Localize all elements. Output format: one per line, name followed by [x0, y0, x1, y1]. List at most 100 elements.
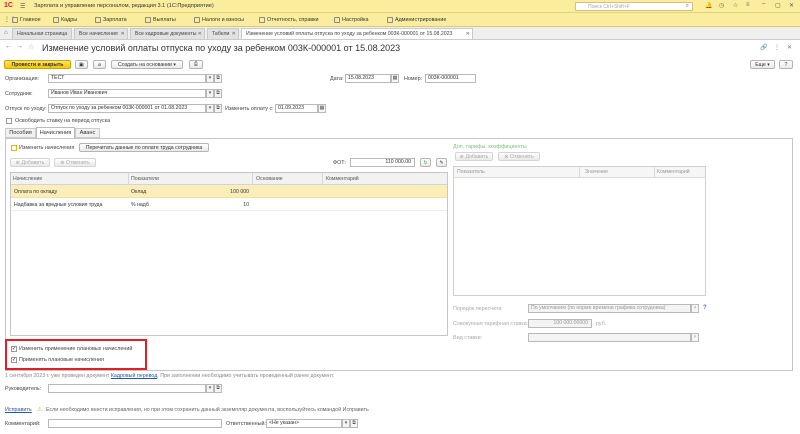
- close-tab-icon[interactable]: ✕: [232, 29, 236, 39]
- menu-item-reports[interactable]: Отчетность, справки: [259, 15, 319, 25]
- home-tab-icon[interactable]: ⌂: [4, 30, 8, 36]
- app-title: Зарплата и управление персоналом, редакц…: [34, 3, 214, 9]
- employee-open-button[interactable]: ⧉: [214, 89, 222, 98]
- recalc-order-field[interactable]: По умолчанию (по норме времени графика с…: [528, 304, 691, 313]
- change-from-field[interactable]: 01.09.2023: [275, 104, 318, 113]
- help-button[interactable]: ?: [779, 60, 793, 69]
- recalc-order-label: Порядок пересчета:: [453, 306, 503, 312]
- tab-all-accruals[interactable]: Все начисления ✕: [74, 28, 128, 39]
- add-tariff-button[interactable]: ⊕ Добавить: [455, 152, 493, 161]
- maximize-icon[interactable]: ▢: [775, 2, 781, 9]
- menu-item-admin[interactable]: Администрирование: [387, 15, 446, 25]
- leave-open-button[interactable]: ⧉: [214, 104, 222, 113]
- minimize-icon[interactable]: –: [762, 1, 765, 7]
- hamburger-icon[interactable]: ☰: [20, 3, 25, 10]
- cancel-accrual-button[interactable]: ⊗ Отменить: [54, 158, 96, 167]
- indicator-name: % надб: [131, 202, 149, 208]
- menu-item-salary[interactable]: Зарплата: [95, 15, 127, 25]
- refresh-fot-button[interactable]: ↻: [420, 158, 431, 167]
- reread-pay-data-button[interactable]: Перечитать данные по оплате труда сотруд…: [79, 143, 209, 152]
- page-title: Изменение условий оплаты отпуска по уход…: [42, 43, 401, 53]
- org-select-button[interactable]: ▾: [206, 74, 214, 83]
- attach-button[interactable]: ⌀: [93, 60, 106, 69]
- back-icon[interactable]: ←: [5, 43, 12, 50]
- tab-current-document[interactable]: Изменение условий оплаты отпуска по уход…: [241, 28, 473, 39]
- comment-field[interactable]: [48, 419, 222, 428]
- tab-timesheets[interactable]: Табели ✕: [207, 28, 239, 39]
- add-accrual-button[interactable]: ⊕ Добавить: [10, 158, 50, 167]
- rate-type-select-button[interactable]: ▾: [691, 333, 699, 342]
- date-field[interactable]: 15.08.2023: [345, 74, 391, 83]
- manager-field[interactable]: [48, 384, 206, 393]
- save-button[interactable]: ▣: [75, 60, 88, 69]
- menu-item-settings[interactable]: Настройка: [334, 15, 369, 25]
- bookmark-icon[interactable]: ☆: [28, 43, 34, 51]
- tab-all-hr-docs[interactable]: Все кадровые документы ✕: [130, 28, 205, 39]
- close-tab-icon[interactable]: ✕: [121, 29, 125, 39]
- release-rate-checkbox[interactable]: [6, 118, 12, 124]
- apply-planned-accruals-checkbox[interactable]: ✓: [11, 357, 17, 363]
- close-tab-icon[interactable]: ✕: [466, 29, 470, 39]
- total-rate-field[interactable]: 100 000.00000: [528, 319, 592, 328]
- forward-icon[interactable]: →: [16, 43, 23, 50]
- tab-start-page[interactable]: Начальная страница: [12, 28, 72, 39]
- star-icon[interactable]: ☆: [733, 2, 738, 9]
- post-and-close-button[interactable]: Провести и закрыть: [4, 60, 71, 69]
- search-icon: ⌕: [685, 3, 689, 9]
- recalc-order-select-button[interactable]: ▾: [691, 304, 699, 313]
- home-icon: [12, 17, 18, 23]
- employee-field[interactable]: Иванов Иван Иванович: [48, 89, 206, 98]
- menu-item-hr[interactable]: Кадры: [53, 15, 77, 25]
- more-vert-icon[interactable]: ⋮: [774, 44, 780, 51]
- edit-fot-button[interactable]: ✎: [436, 158, 447, 167]
- menu-item-main[interactable]: Главное: [12, 15, 41, 25]
- number-field[interactable]: 003К-000001: [425, 74, 476, 83]
- fix-note: Если необходимо внести исправления, но п…: [46, 407, 369, 413]
- responsible-select-button[interactable]: ▾: [342, 419, 350, 428]
- org-field[interactable]: ТЕСТ: [48, 74, 206, 83]
- change-accruals-checkbox[interactable]: [11, 145, 17, 151]
- indicator-name: Оклад: [131, 189, 147, 195]
- menu-item-taxes[interactable]: Налоги и взносы: [194, 15, 244, 25]
- col-comment: Комментарий: [326, 176, 359, 182]
- percent-icon: [194, 17, 200, 23]
- help-icon[interactable]: ?: [703, 305, 707, 311]
- change-planned-accruals-checkbox[interactable]: ✓: [11, 346, 17, 352]
- bell-icon[interactable]: 🔔: [705, 2, 712, 9]
- employee-select-button[interactable]: ▾: [206, 89, 214, 98]
- create-basis-button[interactable]: Создать на основании ▾: [111, 60, 183, 69]
- form-tab-benefits[interactable]: Пособия: [5, 128, 36, 138]
- manager-select-button[interactable]: ▾: [206, 384, 214, 393]
- date-label: Дата:: [330, 76, 344, 82]
- calendar-button[interactable]: ▦: [318, 104, 326, 113]
- responsible-open-button[interactable]: ⧉: [350, 419, 358, 428]
- menu-icon[interactable]: ≡: [746, 2, 750, 8]
- responsible-field[interactable]: <Не указан>: [266, 419, 342, 428]
- col-value: Значение: [585, 169, 609, 175]
- manager-open-button[interactable]: ⧉: [214, 384, 222, 393]
- rate-type-field[interactable]: [528, 333, 691, 342]
- menu-item-payments[interactable]: Выплаты: [145, 15, 176, 25]
- more-button[interactable]: Еще ▾: [750, 60, 775, 69]
- hr-transfer-link[interactable]: Кадровый перевод: [111, 373, 157, 379]
- window-tabs: ⌂ Начальная страница Все начисления ✕ Все…: [0, 27, 800, 40]
- main-menu: ⋮⋮ Главное Кадры Зарплата Выплаты Налоги…: [0, 13, 800, 27]
- close-icon[interactable]: ✕: [789, 2, 794, 9]
- cancel-icon: ⊗: [60, 159, 65, 166]
- leave-field[interactable]: Отпуск по уходу за ребенком 003К-000001 …: [48, 104, 206, 113]
- close-form-icon[interactable]: ✕: [787, 44, 792, 51]
- fix-link[interactable]: Исправить: [5, 407, 32, 413]
- cancel-tariff-button[interactable]: ⊗ Отменить: [498, 152, 540, 161]
- print-button[interactable]: ⎙: [189, 60, 203, 69]
- cancel-icon: ⊗: [504, 153, 509, 160]
- report-icon: [259, 17, 265, 23]
- close-tab-icon[interactable]: ✕: [198, 29, 202, 39]
- org-open-button[interactable]: ⧉: [214, 74, 222, 83]
- calendar-button[interactable]: ▦: [391, 74, 399, 83]
- form-tab-advance[interactable]: Аванс: [75, 128, 100, 138]
- fot-field[interactable]: 110 000.00: [350, 158, 415, 167]
- history-icon[interactable]: ◷: [719, 2, 724, 9]
- leave-select-button[interactable]: ▾: [206, 104, 214, 113]
- link-icon[interactable]: 🔗: [760, 44, 767, 51]
- global-search-input[interactable]: Поиск Ctrl+Shift+F ⌕: [575, 2, 693, 11]
